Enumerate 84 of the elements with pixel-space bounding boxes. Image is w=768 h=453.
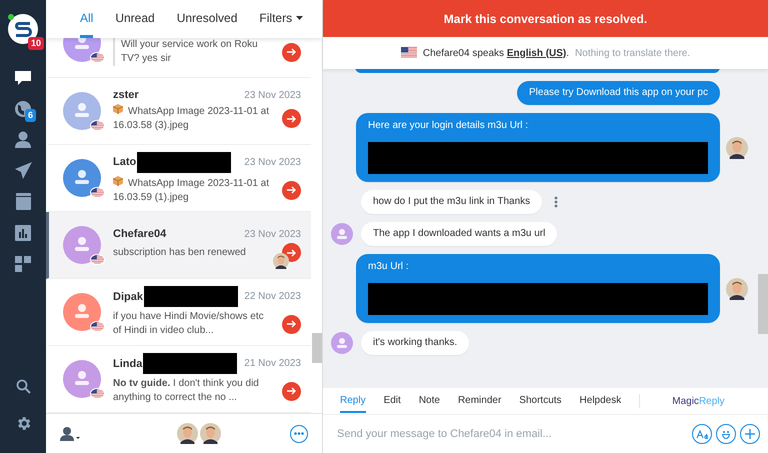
conversation-date: 22 Nov 2023 [244,291,301,302]
contact-name: Chefare04 [113,228,166,240]
flag-icon [91,322,104,331]
conversation-date: 23 Nov 2023 [244,156,301,168]
scrollbar-thumb[interactable] [758,274,768,334]
compose-tab[interactable]: Note [418,389,440,413]
message-bubble: it's working thanks. [361,331,470,355]
plus-icon [745,429,755,439]
message-preview: subscription has ben renewed [113,246,247,260]
message-bubble: m3u Url : [356,254,720,323]
compose-tab[interactable]: Shortcuts [519,389,562,413]
arrow-icon [286,320,296,328]
filter-tab[interactable]: Filters [259,11,304,38]
book-icon [16,193,30,210]
chat-icon [14,70,32,86]
contact-name: Linda [113,358,142,370]
agent-avatar [273,253,289,269]
resolve-banner[interactable]: Mark this conversation as resolved. [323,0,768,37]
format-button[interactable] [692,424,712,444]
flag-icon [400,47,417,59]
emoji-button[interactable] [716,424,736,444]
scrollbar-thumb[interactable] [312,333,322,363]
filter-tab[interactable]: Unread [115,11,155,38]
message-preview: if you have Hindi Movie/shows etc of Hindi in video club... [113,310,265,338]
dashboard-icon [15,256,31,272]
flag-icon [91,188,104,197]
agent-avatar [726,136,748,158]
message-bubble: how do I put the m3u link in Thanks [361,190,542,214]
compose-tab[interactable]: Reminder [458,389,502,413]
arrow-icon [286,48,296,56]
flag-icon [91,388,104,398]
agent-avatar [177,423,198,444]
user-menu-icon[interactable] [60,426,80,440]
notification-badge: 10 [28,37,44,50]
flag-icon [91,254,104,264]
user-avatar [331,223,353,245]
open-button[interactable] [282,314,301,334]
add-button[interactable] [740,424,760,444]
compose-tab[interactable]: Reply [340,389,366,413]
search-icon [16,379,30,394]
more-button[interactable] [290,424,308,442]
flag-icon [91,120,104,130]
filter-tab[interactable]: Unresolved [176,11,238,38]
chart-icon [15,224,31,240]
message-preview: WhatsApp Image 2023-11-01 at 16.03.58 (3).jpeg [113,104,270,133]
conversation-item[interactable]: Will your service work on Roku TV? yes sir [46,38,311,78]
contact-name: Dipak [113,290,143,302]
message-preview: WhatsApp Image 2023-11-01 at 16.03.59 (1).jpeg [113,176,270,204]
translation-note: Nothing to translate there. [575,48,690,58]
message-preview: Will your service work on Roku TV? yes sir [113,38,274,66]
count-badge: 6 [24,109,36,122]
magic-reply-tab[interactable]: MagicReply [672,396,725,406]
open-button[interactable] [282,180,301,200]
agent-avatar [726,278,748,300]
conversation-date: 23 Nov 2023 [244,228,301,240]
arrow-icon [286,387,296,395]
message-bubble: Please try Download this app on your pc [517,81,720,105]
smiley-icon [720,428,732,440]
conversation-date: 23 Nov 2023 [244,90,301,100]
open-button[interactable] [282,109,301,128]
message-preview: No tv guide. I don't think you did anything to correct the no ... [113,377,260,405]
agent-avatar [200,423,221,444]
arrow-icon [286,186,296,194]
send-icon [14,162,32,179]
arrow-icon [286,114,296,122]
user-avatar [331,332,353,354]
message-bubble: The app I downloaded wants a m3u url [361,222,558,246]
person-icon [15,131,31,148]
text-format-icon [696,430,708,438]
contact-name: zster [113,89,139,101]
flag-icon [91,52,104,62]
more-icon[interactable] [554,196,558,208]
compose-tab[interactable]: Edit [384,389,401,413]
dots-icon [294,432,304,435]
contact-name: Lato [113,156,136,168]
arrow-icon [286,248,296,256]
open-button[interactable] [282,382,301,400]
conversation-date: 21 Nov 2023 [244,358,301,369]
compose-tab[interactable]: Helpdesk [580,389,622,413]
nav-button[interactable]: 6 [8,93,38,124]
open-button[interactable] [282,42,301,62]
language-note: Chefare04 speaks English (US). [422,48,570,58]
conversation-item[interactable]: Chefare04 23 Nov 2023 subscription has ben renewed [46,212,311,279]
message-bubble: Here are your login details m3u Url : [356,113,720,182]
